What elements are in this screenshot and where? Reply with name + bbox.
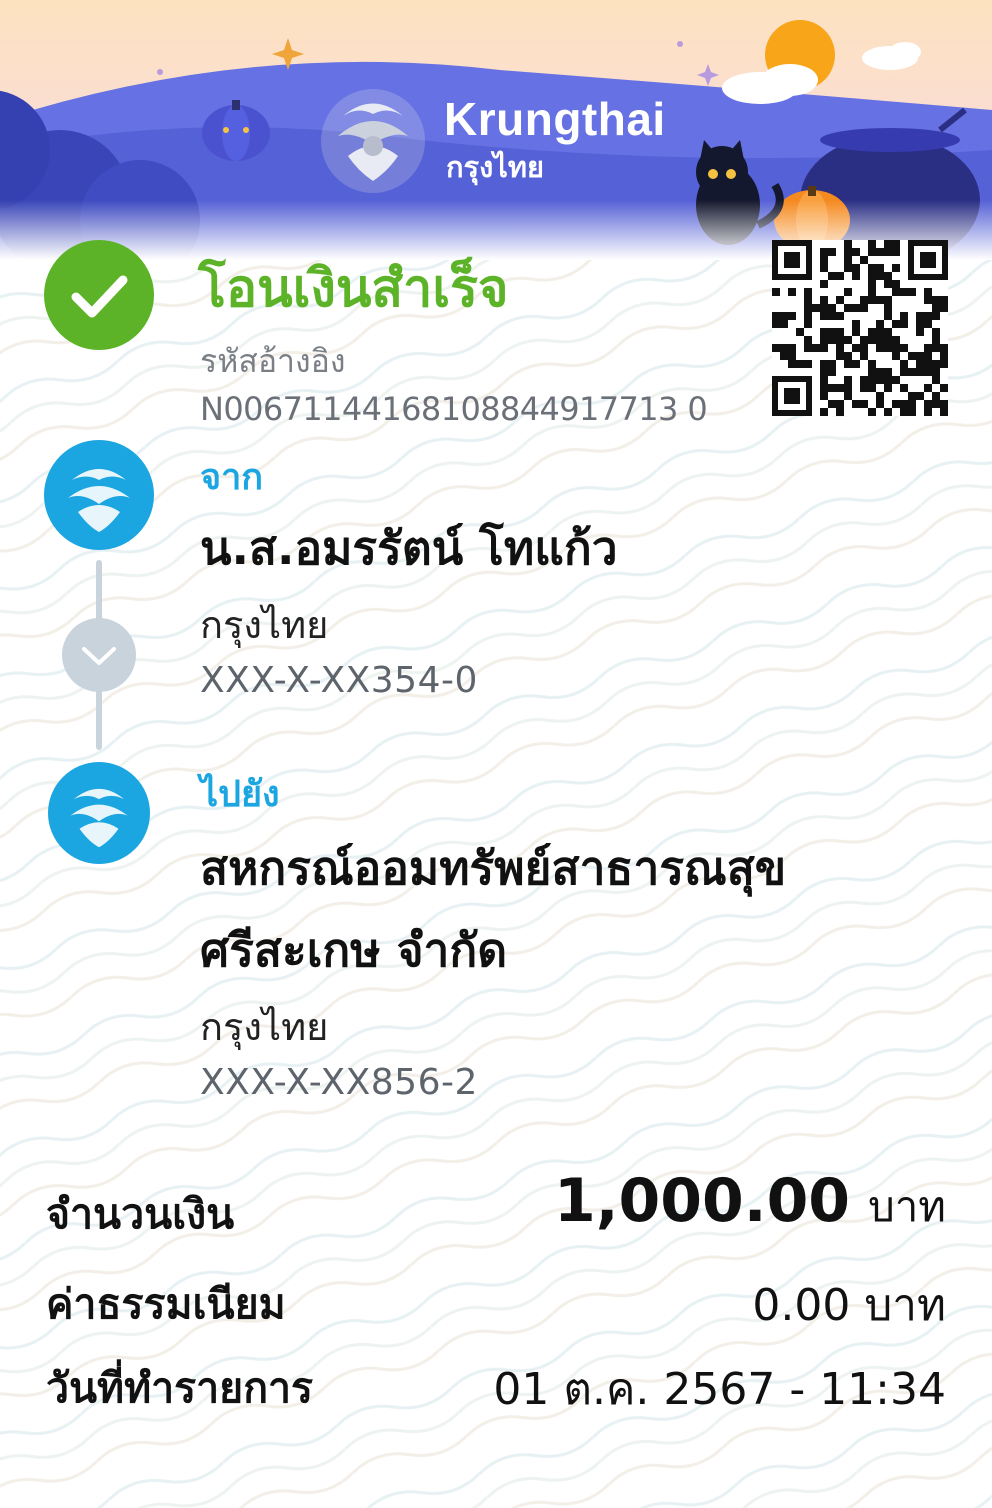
receiver-name-line1: สหกรณ์ออมทรัพย์สาธารณสุข — [200, 841, 787, 895]
transfer-slip: โอนเงินสำเร็จ รหัสอ้างอิง N0067114416810… — [0, 0, 992, 1508]
reference-number: N00671144168108844917713 0 — [200, 390, 708, 428]
chevron-down-icon — [62, 618, 136, 692]
receiver-name-line2: ศรีสะเกษ จำกัด — [200, 923, 508, 977]
check-icon — [44, 240, 154, 350]
status-title: โอนเงินสำเร็จ — [198, 259, 509, 319]
qr-code[interactable] — [772, 240, 948, 416]
amount-unit: บาท — [868, 1182, 946, 1231]
krungthai-logo-icon — [70, 788, 128, 848]
from-label: จาก — [200, 457, 264, 498]
date-label: วันที่ทำรายการ — [46, 1364, 314, 1412]
to-label: ไปยัง — [200, 774, 280, 815]
date-value: 01 ต.ค. 2567 - 11:34 — [493, 1364, 946, 1415]
amount-label: จำนวนเงิน — [46, 1190, 235, 1238]
receiver-bank-name: กรุงไทย — [200, 1005, 329, 1049]
fee-label: ค่าธรรมเนียม — [46, 1280, 286, 1328]
sender-bank-name: กรุงไทย — [200, 603, 329, 647]
sender-bank-avatar — [44, 440, 154, 550]
sender-name: น.ส.อมรรัตน์ โทแก้ว — [200, 521, 618, 575]
reference-label: รหัสอ้างอิง — [200, 342, 346, 380]
receiver-bank-avatar — [48, 762, 150, 864]
krungthai-logo-icon — [68, 469, 130, 532]
sender-account-number: XXX-X-XX354-0 — [200, 660, 478, 701]
receiver-account-number: XXX-X-XX856-2 — [200, 1062, 478, 1103]
amount-row: 1,000.00 บาท — [554, 1166, 946, 1240]
fee-value: 0.00 บาท — [752, 1280, 946, 1331]
amount-value: 1,000.00 — [553, 1166, 851, 1236]
